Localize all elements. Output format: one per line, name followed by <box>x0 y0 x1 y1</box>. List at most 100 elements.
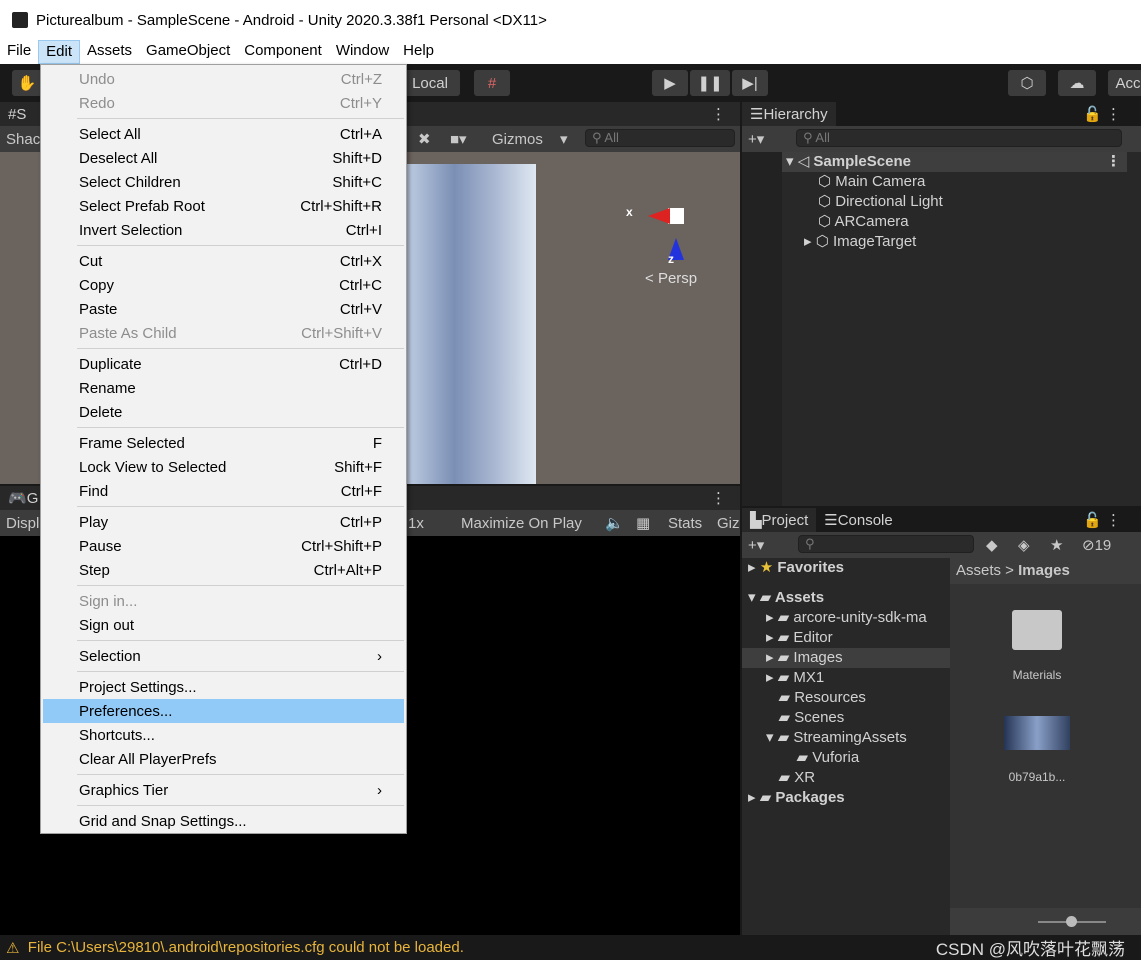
filter-label-icon[interactable]: ◈ <box>1018 536 1030 554</box>
pause-button[interactable]: ❚❚ <box>690 70 730 96</box>
tab-scene[interactable]: # S <box>0 102 35 126</box>
expand-arrow-icon[interactable]: ▾ <box>766 729 778 746</box>
stats-button[interactable]: Stats <box>668 515 702 532</box>
menu-item-preferences[interactable]: Preferences... <box>43 699 404 723</box>
menu-item-selection[interactable]: Selection › <box>43 644 404 668</box>
menu-item-clear-all-playerprefs[interactable]: Clear All PlayerPrefs <box>43 747 404 771</box>
hierarchy-item[interactable]: ⬡ ARCamera <box>782 212 1127 232</box>
asset-item-label[interactable]: 0b79a1b... <box>970 770 1104 784</box>
asset-item-label[interactable]: Materials <box>970 668 1104 682</box>
expand-arrow-icon[interactable]: ▸ <box>766 629 778 646</box>
scale-slider[interactable]: 1x <box>408 515 424 532</box>
camera-icon[interactable]: ■▾ <box>450 130 467 148</box>
menu-item-pause[interactable]: Pause Ctrl+Shift+P <box>43 534 404 558</box>
hidden-packages-icon[interactable]: ⊘19 <box>1082 536 1111 554</box>
menu-item-deselect-all[interactable]: Deselect All Shift+D <box>43 146 404 170</box>
expand-arrow-icon[interactable] <box>766 769 779 786</box>
game-gizmos-button[interactable]: Giz <box>717 515 740 532</box>
project-folder-item[interactable]: ▸ ▰ MX1 <box>742 668 950 688</box>
menu-item-sign-in[interactable]: Sign in... <box>43 589 404 613</box>
menu-item-redo[interactable]: Redo Ctrl+Y <box>43 91 404 115</box>
expand-arrow-icon[interactable] <box>766 689 779 706</box>
filter-type-icon[interactable]: ◆ <box>986 536 998 554</box>
menu-edit[interactable]: Edit <box>38 40 81 64</box>
display-dropdown[interactable]: Displ <box>0 515 39 532</box>
project-folder-item[interactable]: ▰ Scenes <box>742 708 950 728</box>
status-bar[interactable]: ⚠ File C:\Users\29810\.android\repositor… <box>0 935 1141 960</box>
play-button[interactable]: ▶ <box>652 70 688 96</box>
image-thumbnail[interactable] <box>1004 716 1070 750</box>
project-search-input[interactable]: ⚲ <box>798 535 974 553</box>
menu-item-select-children[interactable]: Select Children Shift+C <box>43 170 404 194</box>
project-folder-item[interactable]: ▸ ▰ Images <box>742 648 950 668</box>
menu-item-frame-selected[interactable]: Frame Selected F <box>43 431 404 455</box>
scene-root-item[interactable]: ▾ ◁ SampleScene ⋮ <box>782 152 1127 172</box>
expand-arrow-icon[interactable]: ▸ <box>766 609 778 626</box>
menu-item-delete[interactable]: Delete <box>43 400 404 424</box>
tab-console[interactable]: ☰ Console <box>816 508 901 532</box>
favorite-star-icon[interactable]: ★ <box>1050 536 1063 554</box>
menu-help[interactable]: Help <box>396 40 441 64</box>
menu-item-rename[interactable]: Rename <box>43 376 404 400</box>
project-folder-item[interactable]: ▸ ▰ Editor <box>742 628 950 648</box>
hierarchy-item[interactable]: ⬡ Directional Light <box>782 192 1127 212</box>
project-folder-item[interactable]: ▰ Resources <box>742 688 950 708</box>
menu-window[interactable]: Window <box>329 40 396 64</box>
menu-file[interactable]: File <box>0 40 38 64</box>
expand-arrow-icon[interactable]: ▸ <box>748 789 760 806</box>
menu-gameobject[interactable]: GameObject <box>139 40 237 64</box>
snap-grid-button[interactable]: # <box>474 70 510 96</box>
folder-icon[interactable] <box>1012 610 1062 650</box>
menu-item-shortcuts[interactable]: Shortcuts... <box>43 723 404 747</box>
menu-item-invert-selection[interactable]: Invert Selection Ctrl+I <box>43 218 404 242</box>
menu-item-step[interactable]: Step Ctrl+Alt+P <box>43 558 404 582</box>
gizmos-dropdown[interactable]: Gizmos <box>492 131 543 148</box>
more-icon[interactable]: ⋮ <box>711 105 740 123</box>
collab-icon[interactable]: ⬡ <box>1008 70 1046 96</box>
menu-item-project-settings[interactable]: Project Settings... <box>43 675 404 699</box>
menu-item-grid-and-snap-settings[interactable]: Grid and Snap Settings... <box>43 809 404 833</box>
menu-item-undo[interactable]: Undo Ctrl+Z <box>43 67 404 91</box>
project-folder-item[interactable]: ▸ ▰ arcore-unity-sdk-ma <box>742 608 950 628</box>
lock-icon[interactable]: 🔓 ⋮ <box>1083 105 1141 123</box>
menu-item-find[interactable]: Find Ctrl+F <box>43 479 404 503</box>
menu-item-copy[interactable]: Copy Ctrl+C <box>43 273 404 297</box>
hand-tool-button[interactable]: ✋ <box>12 70 42 96</box>
project-folder-item[interactable]: ▾ ▰ StreamingAssets <box>742 728 950 748</box>
create-button[interactable]: +▾ <box>742 536 764 554</box>
more-icon[interactable]: ⋮ <box>711 489 740 507</box>
menu-assets[interactable]: Assets <box>80 40 139 64</box>
expand-arrow-icon[interactable]: ▸ <box>766 649 778 666</box>
menu-item-paste[interactable]: Paste Ctrl+V <box>43 297 404 321</box>
menu-item-sign-out[interactable]: Sign out <box>43 613 404 637</box>
project-folder-item[interactable]: ▸ ▰ Packages <box>742 788 950 808</box>
hierarchy-search-input[interactable]: ⚲ All <box>796 129 1122 147</box>
expand-arrow-icon[interactable] <box>784 749 797 766</box>
pivot-rotation-button[interactable]: Local <box>400 70 460 96</box>
persp-label[interactable]: < Persp <box>645 270 697 287</box>
menu-item-duplicate[interactable]: Duplicate Ctrl+D <box>43 352 404 376</box>
expand-arrow-icon[interactable] <box>766 709 779 726</box>
project-folder-item[interactable]: ▰ XR <box>742 768 950 788</box>
expand-arrow-icon[interactable]: ▾ <box>748 589 760 606</box>
menu-item-play[interactable]: Play Ctrl+P <box>43 510 404 534</box>
menu-component[interactable]: Component <box>237 40 329 64</box>
account-button[interactable]: Acc <box>1108 70 1141 96</box>
maximize-on-play-button[interactable]: Maximize On Play <box>461 515 582 532</box>
menu-item-graphics-tier[interactable]: Graphics Tier › <box>43 778 404 802</box>
menu-item-lock-view-to-selected[interactable]: Lock View to Selected Shift+F <box>43 455 404 479</box>
scene-search-input[interactable]: ⚲ All <box>585 129 735 147</box>
expand-arrow-icon[interactable]: ▸ <box>766 669 778 686</box>
project-folder-item[interactable]: ▾ ▰ Assets <box>742 588 950 608</box>
menu-item-select-all[interactable]: Select All Ctrl+A <box>43 122 404 146</box>
create-button[interactable]: +▾ <box>742 130 764 148</box>
keyboard-icon[interactable]: ▦ <box>636 514 650 532</box>
step-button[interactable]: ▶| <box>732 70 768 96</box>
scene-gizmo[interactable] <box>668 208 684 224</box>
menu-item-cut[interactable]: Cut Ctrl+X <box>43 249 404 273</box>
project-folder-item[interactable]: ▰ Vuforia <box>742 748 950 768</box>
favorites-item[interactable]: ▸ ★ Favorites <box>742 558 950 578</box>
shading-mode-dropdown[interactable]: Shac <box>0 131 40 148</box>
hierarchy-item[interactable]: ▸ ⬡ ImageTarget <box>782 232 1127 252</box>
lock-icon[interactable]: 🔓 ⋮ <box>1083 511 1141 529</box>
